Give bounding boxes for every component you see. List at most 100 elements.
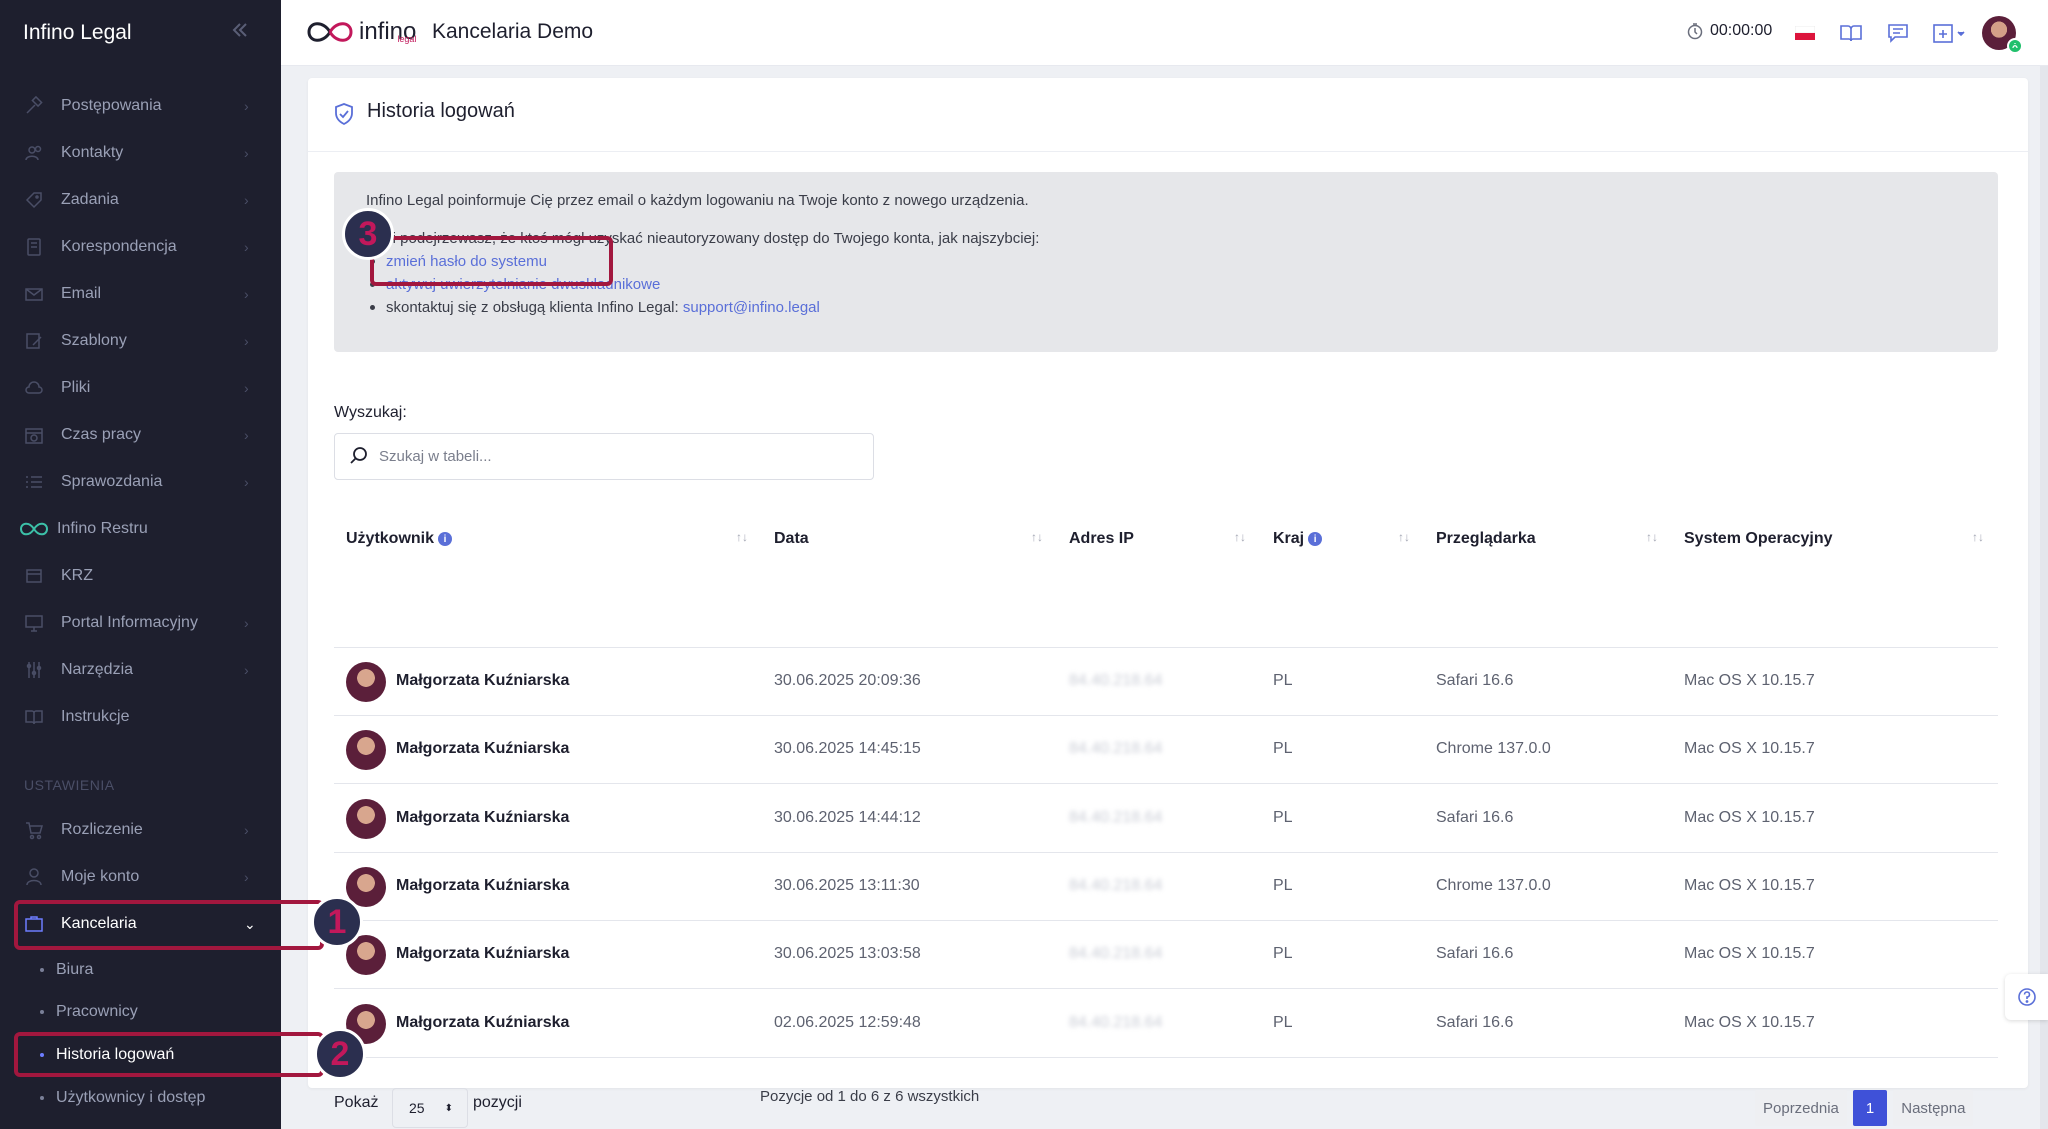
cell-ip: 84.40.218.64 [1069,945,1163,963]
sidebar-item-instrukcje[interactable]: Instrukcje [0,697,281,737]
chevron-right-icon: › [244,333,249,349]
book-icon [22,705,46,729]
cell-user: Małgorzata Kuźniarska [396,808,570,826]
page-1-button[interactable]: 1 [1852,1090,1888,1126]
chevron-right-icon: › [244,380,249,396]
sidebar-subitem-pracownicy[interactable]: Pracownicy [0,994,281,1030]
annotation-badge-2: 2 [314,1028,366,1080]
cell-country: PL [1273,876,1293,894]
cell-os: Mac OS X 10.15.7 [1684,672,1815,689]
chevron-right-icon: › [244,239,249,255]
sidebar-item-label: Korespondencja [61,238,177,255]
sidebar-item-czas-pracy[interactable]: Czas pracy › [0,415,281,455]
collapse-sidebar-icon[interactable] [230,20,250,46]
annotation-badge-3: 3 [342,208,394,260]
chat-icon[interactable] [1885,20,1911,46]
column-header-country[interactable]: Kraj i [1273,510,1323,568]
sidebar-item-narzedzia[interactable]: Narzędzia › [0,650,281,690]
cell-date: 30.06.2025 20:09:36 [774,672,921,689]
sidebar-item-label: Postępowania [61,97,162,114]
sliders-icon [22,658,46,682]
sidebar-item-infino-restru[interactable]: Infino Restru [0,509,281,549]
table-row: Małgorzata Kuźniarska 30.06.2025 14:45:15… [334,716,1998,785]
template-icon [22,329,46,353]
sidebar-item-rozliczenie[interactable]: Rozliczenie › [0,810,281,850]
page-title: Historia logowań [367,100,515,122]
column-header-user[interactable]: Użytkownik i [346,510,453,568]
chevron-right-icon: › [244,615,249,631]
sidebar-item-sprawozdania[interactable]: Sprawozdania › [0,462,281,502]
language-flag-icon[interactable] [1792,20,1818,46]
cell-date: 02.06.2025 12:59:48 [774,1013,921,1031]
cell-date: 30.06.2025 13:11:30 [774,876,920,894]
column-header-os[interactable]: System Operacyjny [1684,510,1833,568]
chevron-right-icon: › [244,822,249,838]
column-header-label: System Operacyjny [1684,530,1833,547]
table-row: Małgorzata Kuźniarska 02.06.2025 12:59:48… [334,990,1998,1058]
cell-os: Mac OS X 10.15.7 [1684,808,1815,826]
sort-icon[interactable]: ↑↓ [1972,530,1984,544]
sort-icon[interactable]: ↑↓ [736,530,748,544]
sort-icon[interactable]: ↑↓ [1234,530,1246,544]
book-open-icon[interactable] [1838,20,1864,46]
scrollbar[interactable] [2040,66,2048,1129]
search-input[interactable] [379,434,859,479]
sidebar-subitem-label: Użytkownicy i dostęp [56,1089,206,1106]
info-icon[interactable]: i [1308,532,1323,546]
sidebar-item-portal-informacyjny[interactable]: Portal Informacyjny › [0,603,281,643]
cell-ip: 84.40.218.64 [1069,876,1163,894]
sidebar-item-moje-konto[interactable]: Moje konto › [0,857,281,897]
cell-ip: 84.40.218.64 [1069,1013,1163,1031]
search-box[interactable] [334,433,874,480]
sidebar-item-postepowania[interactable]: Postępowania › [0,86,281,126]
app-logo[interactable]: infino legal [305,12,416,52]
cell-browser: Safari 16.6 [1436,808,1514,826]
prev-page-button[interactable]: Poprzednia [1755,1090,1847,1126]
sidebar-item-zadania[interactable]: Zadania › [0,180,281,220]
cell-os: Mac OS X 10.15.7 [1684,1013,1815,1031]
annotation-box-1 [14,900,324,950]
per-page-select[interactable]: 25 ⬍ [392,1088,468,1128]
sidebar-subitem-biura[interactable]: Biura [0,952,281,988]
contact-support-item: skontaktuj się z obsługą klienta Infino … [370,299,820,316]
chevron-right-icon: › [244,427,249,443]
column-header-browser[interactable]: Przeglądarka [1436,510,1536,568]
support-email-link[interactable]: support@infino.legal [683,299,820,316]
user-avatar [346,662,386,702]
sidebar-subitem-uzytkownicy-i-dostep[interactable]: Użytkownicy i dostęp [0,1080,281,1116]
sidebar-item-szablony[interactable]: Szablony › [0,321,281,361]
sort-icon[interactable]: ↑↓ [1031,530,1043,544]
annotation-badge-1: 1 [311,896,363,948]
timer-value: 00:00:00 [1710,22,1773,39]
cell-date: 30.06.2025 14:45:15 [774,740,921,758]
gavel-icon [22,94,46,118]
cell-date: 30.06.2025 14:44:12 [774,808,921,826]
user-icon [22,865,46,889]
sort-icon[interactable]: ↑↓ [1646,530,1658,544]
cell-browser: Safari 16.6 [1436,672,1514,689]
sidebar-item-pliki[interactable]: Pliki › [0,368,281,408]
column-header-date[interactable]: Data [774,510,809,568]
cell-browser: Safari 16.6 [1436,945,1514,963]
sidebar-item-label: Email [61,285,102,302]
cell-country: PL [1273,672,1293,689]
sidebar-item-email[interactable]: Email › [0,274,281,314]
next-page-button[interactable]: Następna [1893,1090,1974,1126]
cell-country: PL [1273,740,1293,758]
work-timer[interactable]: 00:00:00 [1686,22,1772,40]
help-button[interactable] [2005,974,2048,1020]
contact-support-text: skontaktuj się z obsługą klienta Infino … [386,299,679,316]
column-header-label: Kraj [1273,530,1305,547]
sidebar-item-korespondencja[interactable]: Korespondencja › [0,227,281,267]
info-icon[interactable]: i [438,532,453,546]
chevron-right-icon: › [244,662,249,678]
sidebar-item-krz[interactable]: KRZ [0,556,281,596]
shield-check-icon [335,103,353,126]
sidebar-item-label: Narzędzia [61,661,134,678]
sort-icon[interactable]: ↑↓ [1398,530,1410,544]
add-menu-icon[interactable] [1931,20,1971,46]
sidebar-item-kontakty[interactable]: Kontakty › [0,133,281,173]
column-header-label: Przeglądarka [1436,530,1536,547]
column-header-ip[interactable]: Adres IP [1069,510,1134,568]
sidebar-section-label: USTAWIENIA [24,777,115,793]
